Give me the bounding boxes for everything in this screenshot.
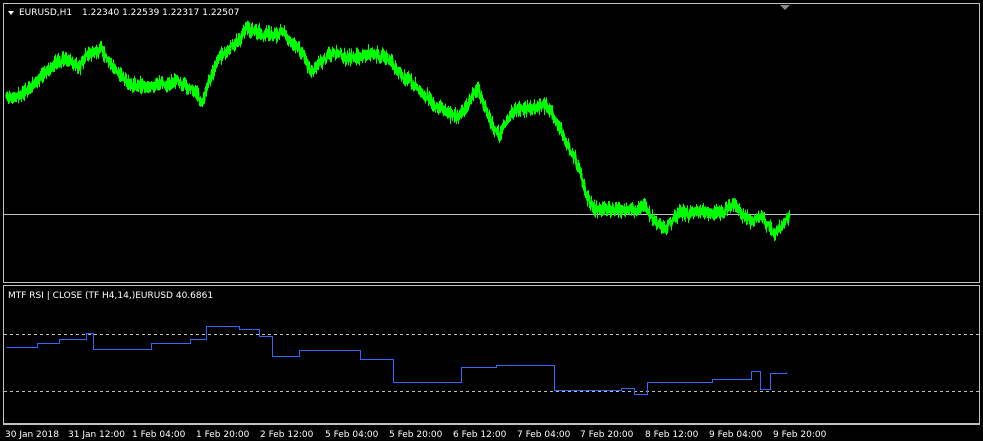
chart-canvas[interactable]: EURUSD,H1 1.22340 1.22539 1.22317 1.2250… [0, 0, 983, 441]
candles-group [5, 20, 791, 242]
candle-body [539, 103, 542, 106]
rsi-line [6, 326, 787, 395]
x-tick-label: 30 Jan 2018 [5, 430, 59, 440]
candle-body [350, 59, 353, 61]
x-tick-label: 6 Feb 12:00 [453, 430, 507, 440]
x-tick-label: 7 Feb 20:00 [580, 430, 634, 440]
candle-body [229, 44, 232, 51]
x-tick-label: 8 Feb 12:00 [645, 430, 699, 440]
triangle-down-icon[interactable] [8, 11, 14, 15]
indicator-label: MTF RSI | CLOSE (TF H4,14,)EURUSD 40.686… [8, 291, 213, 301]
symbol-label: EURUSD,H1 [19, 8, 72, 18]
x-tick-label: 31 Jan 12:00 [68, 430, 125, 440]
ohlc-readout: 1.22340 1.22539 1.22317 1.22507 [82, 8, 239, 18]
candle-body [580, 175, 583, 179]
x-tick-label: 1 Feb 20:00 [196, 430, 250, 440]
x-tick-label: 7 Feb 04:00 [517, 430, 571, 440]
x-tick-label: 5 Feb 04:00 [325, 430, 379, 440]
x-tick-label: 2 Feb 12:00 [260, 430, 314, 440]
x-tick-label: 5 Feb 20:00 [389, 430, 443, 440]
x-tick-label: 9 Feb 20:00 [773, 430, 827, 440]
candle-body [770, 227, 773, 231]
time-axis: 30 Jan 2018 31 Jan 12:00 1 Feb 04:00 1 F… [5, 430, 827, 440]
main-chart-frame [3, 3, 980, 283]
candle-body [540, 108, 543, 110]
candle-body [788, 214, 791, 217]
x-tick-label: 9 Feb 04:00 [709, 430, 763, 440]
x-tick-label: 1 Feb 04:00 [132, 430, 186, 440]
candle-body [115, 68, 118, 70]
candle-body [426, 91, 429, 96]
triangle-down-marker-icon[interactable] [780, 5, 790, 10]
candle-body [103, 52, 106, 54]
indicator-frame [3, 285, 980, 424]
